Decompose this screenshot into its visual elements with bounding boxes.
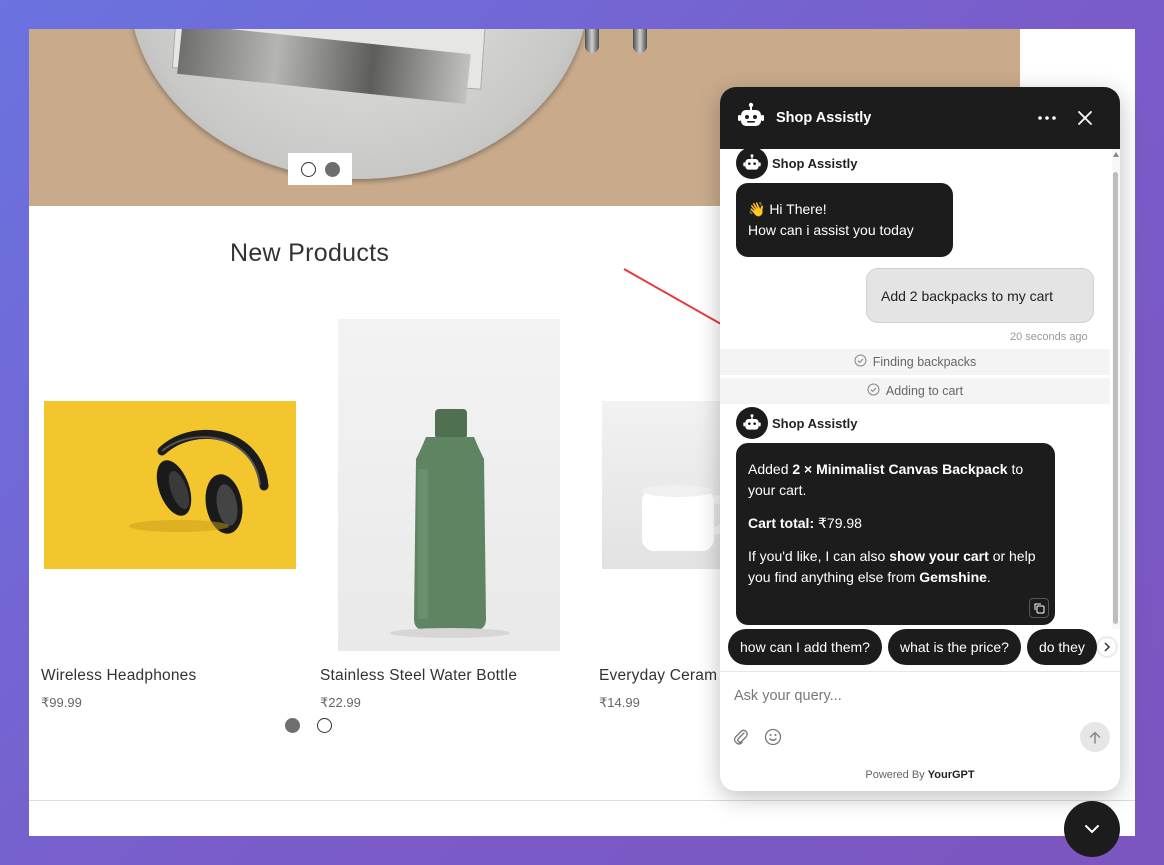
powered-by: Powered By YourGPT (720, 769, 1120, 781)
check-circle-icon (867, 383, 880, 399)
hero-carousel-dot[interactable] (300, 161, 316, 177)
suggestion-chip[interactable]: do they (1026, 629, 1097, 665)
suggestion-chip[interactable]: how can I add them? (728, 629, 882, 665)
check-circle-icon (854, 354, 867, 370)
cart-total-label: Cart total: (748, 515, 815, 531)
product-name[interactable]: Stainless Steel Water Bottle (320, 667, 517, 685)
product-image-headphones[interactable] (44, 401, 296, 569)
section-title: New Products (230, 239, 390, 267)
hero-carousel-dots (288, 153, 352, 185)
product-name[interactable]: Everyday Ceram (599, 667, 717, 685)
product-image-water-bottle[interactable] (338, 319, 560, 651)
bot-label: Shop Assistly (736, 147, 857, 179)
reply-total-line: Cart total: ₹79.98 (748, 513, 1043, 534)
close-icon[interactable] (1073, 106, 1097, 130)
products-carousel-dot[interactable] (317, 718, 332, 733)
hero-carousel-dot-active[interactable] (324, 161, 340, 177)
product-price: ₹99.99 (41, 695, 82, 710)
chevron-down-icon (1085, 825, 1099, 834)
send-button[interactable] (1080, 722, 1110, 752)
chat-header: Shop Assistly (720, 87, 1120, 149)
scroll-up-icon[interactable] (1113, 152, 1119, 157)
suggestion-chip[interactable]: what is the price? (887, 629, 1021, 665)
product-price: ₹22.99 (320, 695, 361, 710)
chevron-right-icon[interactable] (1098, 638, 1116, 656)
footer-divider (29, 800, 1135, 801)
product-image-ceramic-mug[interactable] (602, 401, 732, 569)
powered-by-brand[interactable]: YourGPT (928, 769, 975, 781)
reply-text: Added (748, 461, 789, 477)
suggestion-chips: how can I add them? what is the price? d… (728, 629, 1120, 665)
hero-image-tool (633, 29, 647, 53)
bot-reply-bubble: Added 2 × Minimalist Canvas Backpack to … (736, 443, 1055, 625)
status-step-text: Finding backpacks (872, 355, 977, 369)
emoji-icon[interactable] (763, 727, 783, 747)
chat-query-input[interactable] (734, 684, 1104, 708)
bot-name: Shop Assistly (772, 155, 858, 171)
chat-toggle-button[interactable] (1064, 801, 1120, 857)
reply-bold: show your cart (889, 548, 989, 564)
more-icon[interactable] (1035, 106, 1059, 130)
products-carousel-dot-active[interactable] (285, 718, 300, 733)
message-timestamp: 20 seconds ago (1010, 331, 1088, 343)
robot-icon (736, 407, 768, 439)
products-carousel-dots (285, 718, 332, 733)
arrow-up-icon (1089, 730, 1101, 744)
reply-item: 2 × Minimalist Canvas Backpack (792, 461, 1008, 477)
bot-name: Shop Assistly (772, 415, 858, 431)
reply-added-line: Added 2 × Minimalist Canvas Backpack to … (748, 459, 1043, 501)
store-name: Gemshine (919, 569, 987, 585)
reply-offer-line: If you'd like, I can also show your cart… (748, 546, 1043, 588)
copy-icon[interactable] (1029, 598, 1049, 618)
input-divider (720, 671, 1120, 672)
greeting-line: How can i assist you today (748, 222, 914, 238)
status-step-text: Adding to cart (885, 384, 964, 398)
cart-total-value: ₹79.98 (818, 515, 862, 531)
chat-scrollbar-thumb[interactable] (1113, 172, 1118, 624)
chat-title: Shop Assistly (776, 110, 872, 126)
user-message-text: Add 2 backpacks to my cart (881, 287, 1053, 304)
status-step: Finding backpacks (720, 349, 1110, 375)
status-step: Adding to cart (720, 378, 1110, 404)
robot-icon (736, 147, 768, 179)
hero-image-tool (585, 29, 599, 53)
reply-text: If you'd like, I can also (748, 548, 886, 564)
reply-text: . (986, 569, 991, 585)
powered-by-label: Powered By (865, 769, 925, 781)
user-message-bubble: Add 2 backpacks to my cart (866, 268, 1094, 323)
robot-icon (736, 101, 766, 136)
greeting-line: 👋 Hi There! (748, 201, 827, 217)
product-name[interactable]: Wireless Headphones (41, 667, 196, 685)
bot-greeting-bubble: 👋 Hi There! How can i assist you today (736, 183, 953, 257)
paperclip-icon[interactable] (731, 727, 751, 747)
bot-label: Shop Assistly (736, 407, 857, 439)
product-price: ₹14.99 (599, 695, 640, 710)
chat-widget: Shop Assistly Shop Assistly 👋 Hi There! … (720, 87, 1120, 791)
